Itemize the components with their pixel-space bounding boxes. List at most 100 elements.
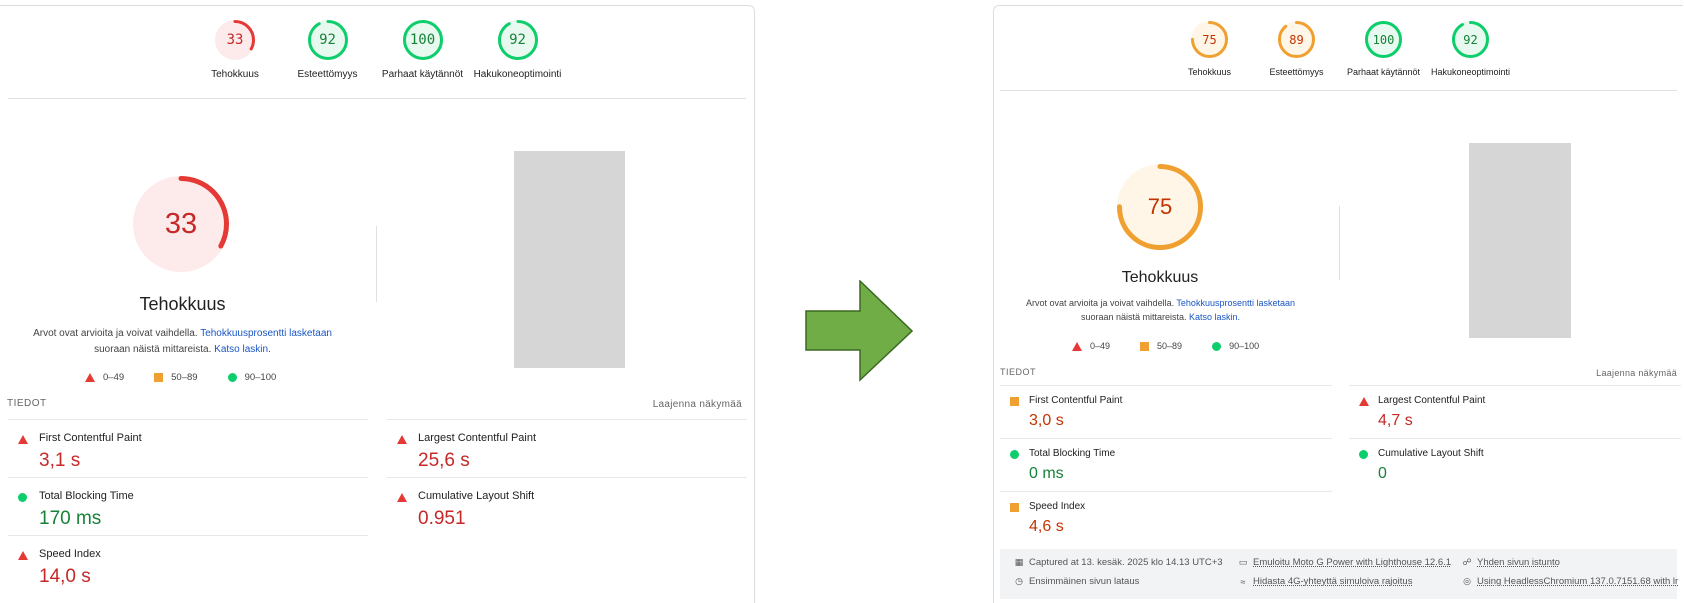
person-icon: ☍ [1462, 557, 1472, 567]
run-info-footer: ▦ Captured at 13. kesäk. 2025 klo 14.13 U… [1000, 549, 1678, 599]
wifi-icon: ≈ [1240, 576, 1246, 587]
performance-score: 75 [1147, 194, 1173, 219]
metric-label: Speed Index [39, 548, 101, 560]
device-icon: ▭ [1238, 557, 1248, 567]
metric-value: 170 ms [39, 508, 102, 529]
fail-triangle-icon [397, 493, 407, 502]
gauge-tehokkuus[interactable]: 75 Tehokkuus [1166, 21, 1253, 77]
metric-label: Largest Contentful Paint [1378, 395, 1486, 406]
fail-triangle-icon [397, 435, 407, 444]
metric-total-blocking-time: Total Blocking Time 0 ms [1000, 438, 1332, 491]
gauge-score: 75 [1202, 32, 1217, 47]
pass-legend-icon [227, 373, 237, 382]
header-divider [1000, 90, 1677, 91]
gauge-label: Esteettömyys [297, 69, 358, 80]
performance-score: 33 [164, 207, 198, 240]
header-divider [8, 98, 746, 99]
performance-score-gauge: 75 [1117, 164, 1203, 250]
session-type[interactable]: ☍ Yhden sivun istunto [1462, 557, 1559, 568]
average-square-icon [1010, 397, 1019, 406]
score-calc-link[interactable]: Tehokkuusprosentti lasketaan [200, 328, 332, 339]
calculator-link[interactable]: Katso laskin. [1189, 312, 1240, 322]
gauge-parhaat-käytännöt[interactable]: 100 Parhaat käytännöt [1340, 21, 1427, 77]
gauge-label: Tehokkuus [1187, 67, 1232, 77]
report-before: 33 Tehokkuus 92 Esteettömyys 100 Parhaat käyt… [0, 5, 755, 603]
gauge-ring: 100 [1365, 21, 1402, 58]
network-throttling[interactable]: ≈ Hidasta 4G-yhteyttä simuloiva rajoitus [1238, 576, 1413, 587]
metric-label: Largest Contentful Paint [418, 432, 537, 444]
category-title: Tehokkuus [1121, 269, 1199, 286]
gauge-label: Parhaat käytännöt [1346, 67, 1421, 77]
page-screenshot [1469, 143, 1571, 338]
capture-time: ▦ Captured at 13. kesäk. 2025 klo 14.13 U… [1014, 557, 1223, 568]
score-calc-link[interactable]: Tehokkuusprosentti lasketaan [1176, 298, 1295, 308]
pass-circle-icon [1359, 450, 1368, 459]
metric-total-blocking-time: Total Blocking Time 170 ms [8, 477, 368, 535]
score-description: Arvot ovat arvioita ja voivat vaihdella.… [1026, 298, 1295, 322]
metric-label: Speed Index [1029, 501, 1086, 512]
pass-legend-icon [1212, 341, 1222, 351]
metric-first-contentful-paint: First Contentful Paint 3,1 s [8, 419, 368, 477]
metric-value: 4,7 s [1378, 412, 1413, 429]
gauge-ring: 92 [497, 20, 538, 60]
browser-version[interactable]: ◎ Using HeadlessChromium 137.0.7151.68 wi… [1462, 576, 1678, 587]
page-screenshot [514, 151, 625, 368]
gauge-label: Tehokkuus [211, 69, 259, 80]
gauge-score: 92 [319, 32, 336, 48]
gauge-ring: 92 [1452, 21, 1489, 58]
gauge-label: Hakukoneoptimointi [473, 69, 562, 80]
metric-value: 3,0 s [1029, 412, 1064, 429]
page-load-type: ◷ Ensimmäinen sivun lataus [1015, 576, 1140, 587]
gauge-score: 89 [1289, 32, 1304, 47]
metric-value: 0.951 [418, 508, 466, 529]
expand-view-link[interactable]: Laajenna näkymää [1596, 368, 1677, 378]
gauge-score: 100 [1372, 32, 1395, 47]
calendar-icon: ▦ [1014, 557, 1024, 567]
metric-value: 3,1 s [39, 450, 81, 471]
average-square-icon [1010, 503, 1019, 512]
category-gauges: 33 Tehokkuus 92 Esteettömyys 100 Parhaat käyt… [190, 20, 565, 80]
gauge-esteettömyys[interactable]: 92 Esteettömyys [280, 20, 375, 80]
score-description: Arvot ovat arvioita ja voivat vaihdella.… [33, 328, 332, 355]
metric-value: 14,0 s [39, 566, 91, 587]
category-title: Tehokkuus [139, 294, 226, 314]
gauge-esteettömyys[interactable]: 89 Esteettömyys [1253, 21, 1340, 77]
average-legend-icon [1140, 341, 1150, 351]
gauge-score: 33 [226, 32, 244, 48]
metric-label: Cumulative Layout Shift [418, 490, 535, 502]
report-after: 75 Tehokkuus 89 Esteettömyys 100 Parhaat käyt… [993, 5, 1683, 603]
pass-circle-icon [1010, 450, 1019, 459]
metric-label: Total Blocking Time [39, 490, 134, 502]
gauge-label: Hakukoneoptimointi [1430, 67, 1511, 77]
gauge-parhaat-käytännöt[interactable]: 100 Parhaat käytännöt [375, 20, 470, 80]
details-heading: TIEDOT [1000, 367, 1036, 377]
calculator-link[interactable]: Katso laskin. [214, 344, 271, 355]
gauge-label: Esteettömyys [1269, 67, 1324, 77]
metric-label: First Contentful Paint [39, 432, 142, 444]
gauge-tehokkuus[interactable]: 33 Tehokkuus [190, 20, 280, 80]
metric-speed-index: Speed Index 14,0 s [8, 535, 368, 593]
metric-largest-contentful-paint: Largest Contentful Paint 25,6 s [387, 419, 747, 477]
browser-icon: ◎ [1463, 576, 1471, 586]
expand-view-link[interactable]: Laajenna näkymää [653, 399, 742, 410]
metric-value: 0 [1378, 465, 1387, 482]
gauge-hakukoneoptimointi[interactable]: 92 Hakukoneoptimointi [470, 20, 565, 80]
fail-legend-icon [85, 373, 95, 382]
fail-triangle-icon [18, 551, 28, 560]
score-legend: 0–49 50–89 90–100 [1072, 341, 1289, 351]
gauge-ring: 33 [215, 20, 255, 60]
vertical-divider [1339, 206, 1340, 280]
metric-label: First Contentful Paint [1029, 395, 1123, 406]
metric-speed-index: Speed Index 4,6 s [1000, 491, 1332, 544]
emulated-device[interactable]: ▭ Emuloitu Moto G Power with Lighthouse 1… [1238, 557, 1451, 568]
timer-icon: ◷ [1015, 576, 1023, 586]
average-legend-icon [154, 373, 164, 382]
gauge-hakukoneoptimointi[interactable]: 92 Hakukoneoptimointi [1427, 21, 1514, 77]
gauge-ring: 89 [1278, 21, 1315, 58]
metric-value: 25,6 s [418, 450, 470, 471]
metric-cumulative-layout-shift: Cumulative Layout Shift 0 [1349, 438, 1681, 491]
pass-circle-icon [18, 493, 27, 502]
gauge-ring: 100 [402, 20, 443, 60]
fail-triangle-icon [1359, 397, 1369, 406]
vertical-divider [376, 226, 377, 302]
